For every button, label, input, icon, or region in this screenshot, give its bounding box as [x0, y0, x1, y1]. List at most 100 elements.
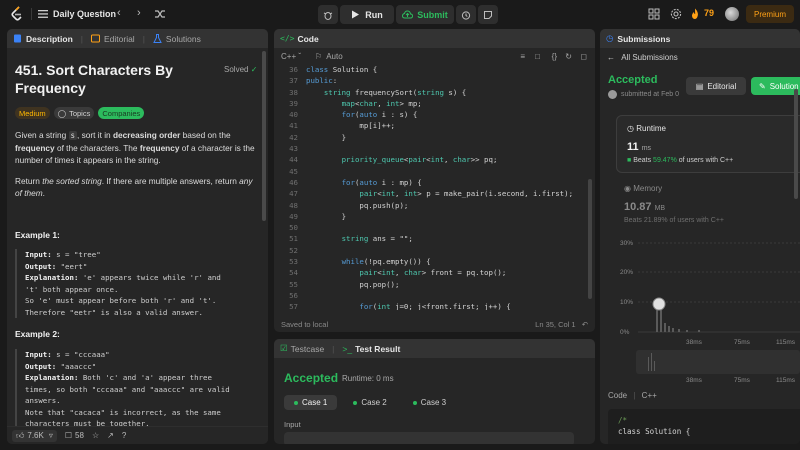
next-problem-icon[interactable]: ›: [137, 7, 141, 19]
y-tick: 30%: [620, 240, 633, 247]
case-label: Case 3: [420, 398, 447, 407]
language-select[interactable]: C++ ˇ: [281, 52, 301, 61]
streak-count[interactable]: 79: [704, 8, 714, 18]
submit-button[interactable]: Submit: [396, 5, 454, 24]
editorial-button[interactable]: ▤ Editorial: [686, 77, 746, 95]
tab-test-result[interactable]: Test Result: [355, 344, 400, 354]
editor-scrollbar[interactable]: [588, 179, 592, 299]
line-number: 53: [289, 257, 298, 267]
code-line[interactable]: 45: [274, 166, 595, 177]
tab-solutions[interactable]: Solutions: [153, 34, 201, 44]
nav-divider: [31, 8, 32, 20]
format-icon[interactable]: ≡: [520, 52, 525, 61]
code-line[interactable]: 39 map<char, int> mp;: [274, 98, 595, 109]
stmt-bold: decreasing order: [112, 130, 181, 140]
line-number: 56: [289, 290, 298, 300]
runtime-card[interactable]: ◷ Runtime 11 ms ■ Beats 59.47% of users …: [616, 115, 800, 173]
premium-button[interactable]: Premium: [746, 5, 794, 23]
case-3-tab[interactable]: Case 3: [403, 395, 456, 410]
code-line[interactable]: 44 priority_queue<pair<int, char>> pq;: [274, 154, 595, 165]
braces-icon[interactable]: {}: [552, 52, 557, 61]
submit-label: Submit: [417, 9, 448, 20]
description-scrollbar[interactable]: [262, 51, 266, 221]
layout-grid-icon[interactable]: [648, 8, 660, 20]
problem-title[interactable]: 451. Sort Characters By Frequency: [15, 61, 185, 97]
timer-button[interactable]: [456, 5, 476, 24]
terminal-icon: >_: [342, 343, 353, 354]
document-icon: [14, 34, 21, 43]
runtime-distribution-chart[interactable]: 30% 20% 10% 0% 38ms 75ms 115ms 38ms 75ms…: [616, 231, 800, 401]
tab-testcase[interactable]: Testcase: [291, 344, 325, 354]
problem-list-icon[interactable]: [38, 9, 48, 19]
range-bar: [651, 353, 652, 371]
shuffle-icon[interactable]: [154, 8, 166, 20]
code-line[interactable]: 53 while(!pq.empty()) {: [274, 256, 595, 267]
post-solution-button[interactable]: ✎ Solution: [751, 77, 800, 95]
code-line[interactable]: 42 }: [274, 132, 595, 143]
submissions-panel: ◷ Submissions ← All Submissions Accepted…: [600, 29, 800, 444]
runtime-value: 11 ms: [627, 141, 651, 153]
case-1-tab[interactable]: Case 1: [284, 395, 338, 410]
code-line[interactable]: 49 }: [274, 211, 595, 222]
line-text: map<char, int> mp;: [341, 98, 422, 108]
companies-tag[interactable]: Companies: [98, 107, 145, 119]
cloud-upload-icon: [402, 10, 414, 19]
help-icon[interactable]: ?: [122, 431, 126, 440]
run-button[interactable]: Run: [340, 5, 394, 24]
my-submission-marker[interactable]: [652, 297, 666, 311]
code-line[interactable]: 56: [274, 290, 595, 301]
thumbs-up-icon: 👍︎: [16, 430, 25, 440]
memory-label[interactable]: ◉ Memory: [624, 184, 662, 193]
code-line[interactable]: 47 pair<int, int> p = make_pair(i.second…: [274, 188, 595, 199]
range-selector[interactable]: [636, 350, 800, 374]
submissions-tab-label[interactable]: Submissions: [617, 34, 670, 44]
reset-icon[interactable]: ↻: [565, 52, 572, 61]
expand-icon[interactable]: ◻: [580, 52, 587, 61]
code-line[interactable]: 41 mp[i]++;: [274, 120, 595, 131]
run-label: Run: [365, 9, 383, 20]
topics-tag[interactable]: ◯ Topics: [53, 107, 95, 119]
star-icon[interactable]: ☆: [92, 431, 99, 440]
code-line[interactable]: 57 for(int j=0; j<front.first; j++) {: [274, 301, 595, 310]
code-line[interactable]: 48 pq.push(p);: [274, 200, 595, 211]
stmt-text: Return: [15, 176, 43, 186]
code-editor[interactable]: 36 class Solution {37 public: 38 string fre…: [274, 64, 595, 310]
all-submissions-link[interactable]: ← All Submissions: [607, 53, 678, 62]
case-2-tab[interactable]: Case 2: [343, 395, 396, 410]
code-line[interactable]: 36 class Solution {: [274, 64, 595, 75]
code-line[interactable]: 54 pair<int, char> front = pq.top();: [274, 267, 595, 278]
leetcode-logo-icon[interactable]: [10, 6, 24, 22]
user-avatar[interactable]: [725, 7, 739, 21]
code-line[interactable]: 46 for(auto i : mp) {: [274, 177, 595, 188]
submissions-scrollbar[interactable]: [794, 89, 798, 199]
line-text: for(auto i : mp) {: [341, 177, 422, 187]
code-line[interactable]: 51 string ans = "";: [274, 233, 595, 244]
book-icon: ▤: [695, 81, 704, 91]
bookmark-icon[interactable]: □: [535, 52, 540, 61]
code-tab-label[interactable]: Code: [297, 34, 318, 44]
share-icon[interactable]: ↗: [107, 431, 114, 440]
comments-button[interactable]: ☐ 58: [65, 431, 84, 440]
like-button[interactable]: 👍︎ 7.6K ▿: [12, 429, 57, 442]
problem-list-title[interactable]: Daily Question: [53, 9, 116, 19]
tab-description[interactable]: Description: [13, 34, 73, 44]
notes-button[interactable]: [478, 5, 498, 24]
code-line[interactable]: 52: [274, 245, 595, 256]
thumbs-down-icon[interactable]: ▿: [49, 431, 53, 440]
code-line[interactable]: 38 string frequencySort(string s) {: [274, 87, 595, 98]
x-tick: 115ms: [776, 377, 796, 384]
debug-button[interactable]: [318, 5, 338, 24]
code-line[interactable]: 37 public:: [274, 75, 595, 86]
undo-icon[interactable]: ↶: [582, 320, 588, 329]
code-line[interactable]: 43: [274, 143, 595, 154]
prev-problem-icon[interactable]: ‹: [117, 7, 121, 19]
code-line[interactable]: 40 for(auto i : s) {: [274, 109, 595, 120]
memory-label-text: Memory: [633, 184, 663, 193]
line-number: 51: [289, 234, 298, 244]
code-line[interactable]: 50: [274, 222, 595, 233]
tab-editorial[interactable]: Editorial: [90, 34, 135, 44]
mode-label[interactable]: Auto: [326, 52, 342, 61]
code-line[interactable]: 55 pq.pop();: [274, 279, 595, 290]
settings-gear-icon[interactable]: [670, 8, 682, 20]
x-tick: 75ms: [734, 339, 751, 346]
